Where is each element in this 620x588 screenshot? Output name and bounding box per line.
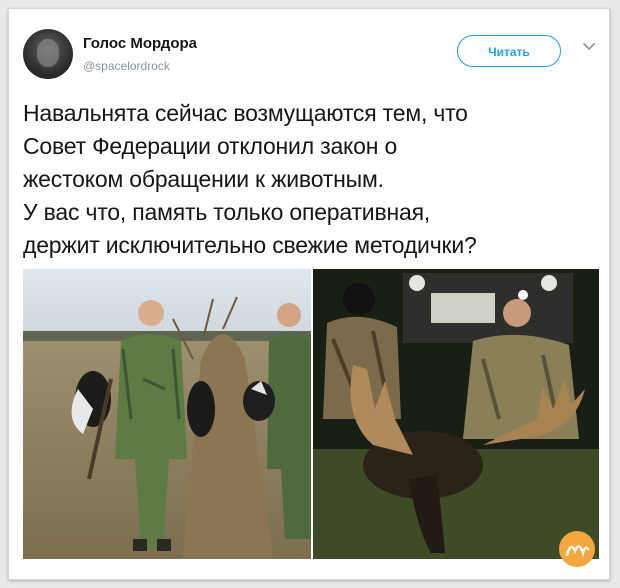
hunters-with-moose-photo[interactable] [313,269,599,559]
author-display-name[interactable]: Голос Мордора [83,35,197,52]
nyka-logo [559,531,595,567]
chevron-down-icon[interactable] [581,39,597,55]
tweet-header: Голос Мордора @spacelordrock Читать [9,9,609,89]
avatar-face [37,39,59,67]
tweet-card: Голос Мордора @spacelordrock Читать Нава… [8,8,610,580]
hunters-with-birds-photo[interactable] [23,269,311,559]
author-handle[interactable]: @spacelordrock [83,59,170,73]
avatar[interactable] [23,29,73,79]
tweet-media[interactable] [23,269,599,559]
tweet-text: Навальнята сейчас возмущаются тем, что С… [23,100,477,258]
follow-button[interactable]: Читать [457,35,561,67]
